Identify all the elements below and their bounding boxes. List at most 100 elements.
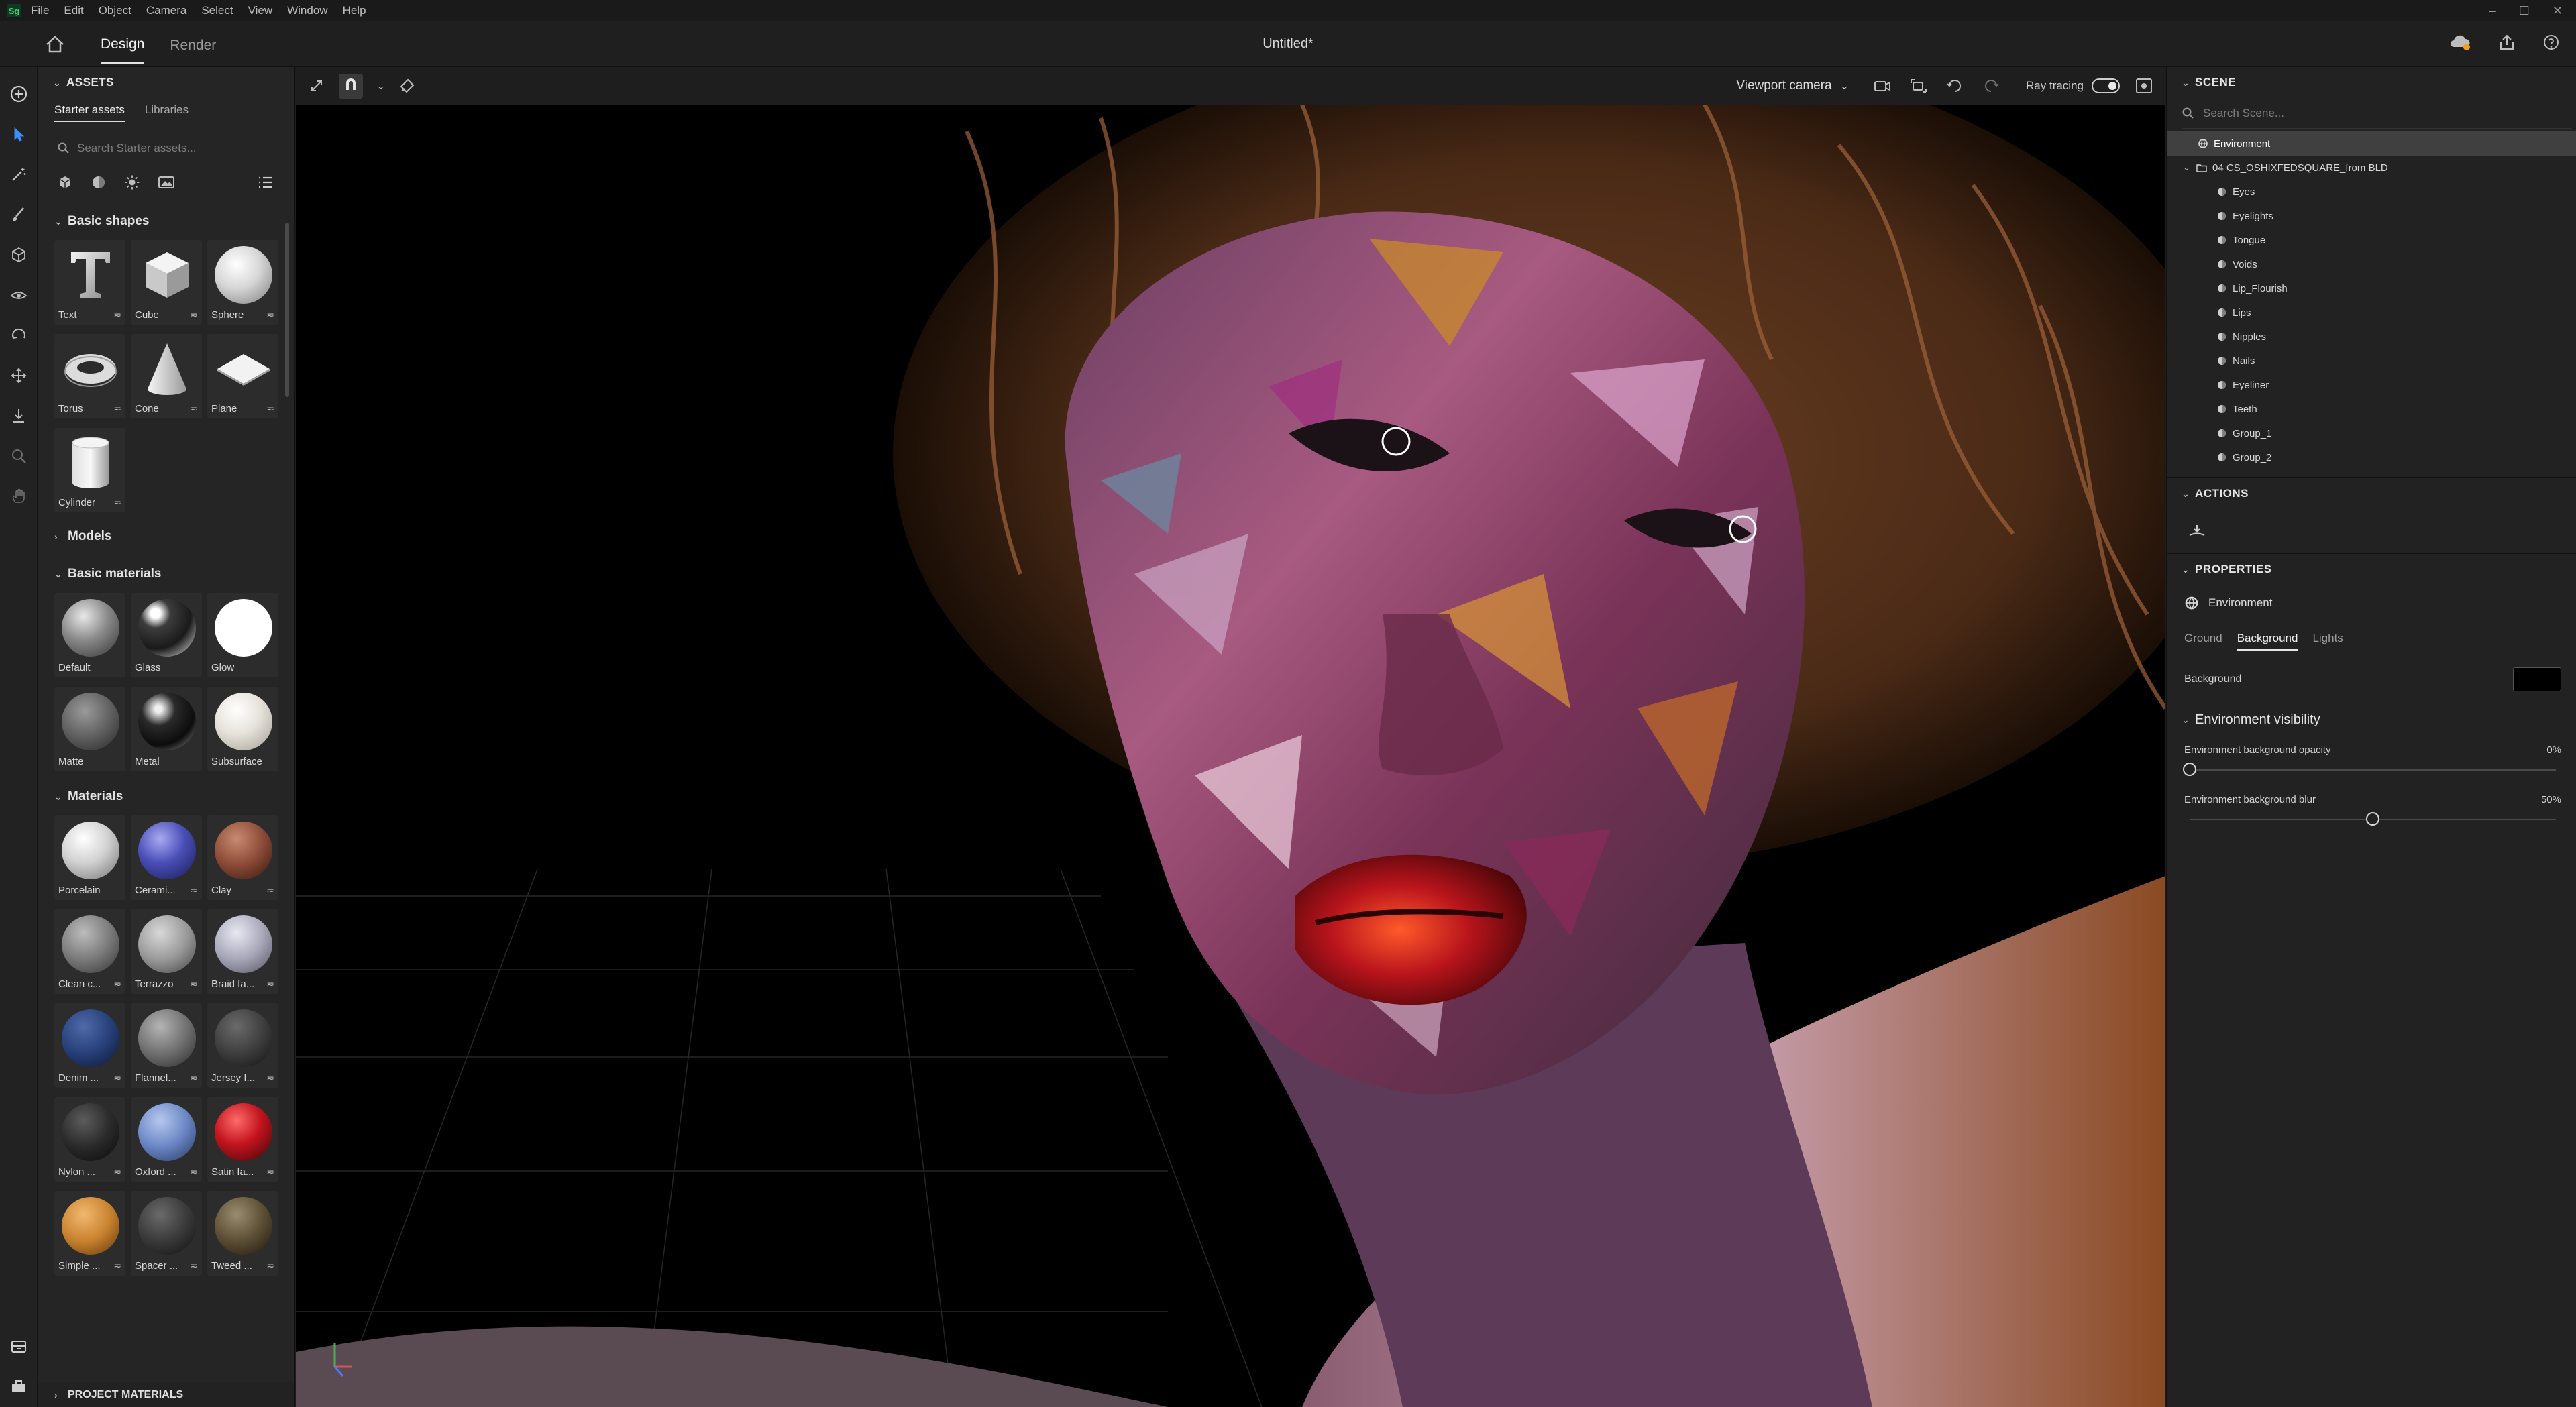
- lights-filter-icon[interactable]: [124, 174, 140, 190]
- maximize-icon[interactable]: ☐: [2519, 4, 2530, 18]
- frame-camera-icon[interactable]: [1909, 78, 1928, 94]
- material-tile-matte[interactable]: Matte: [54, 687, 125, 771]
- materials-header[interactable]: ⌄ Materials: [38, 778, 294, 815]
- viewport-canvas[interactable]: [296, 105, 2165, 1407]
- asset-tile-text[interactable]: Text ≂: [54, 240, 125, 325]
- configure-icon[interactable]: ≂: [190, 885, 198, 896]
- minimize-icon[interactable]: –: [2489, 4, 2496, 18]
- move-tool[interactable]: [5, 362, 32, 389]
- menu-window[interactable]: Window: [287, 4, 327, 17]
- configure-icon[interactable]: ≂: [113, 1260, 121, 1272]
- basic-shapes-header[interactable]: ⌄ Basic shapes: [38, 203, 294, 240]
- select-tool[interactable]: [5, 121, 32, 148]
- material-tile-denim[interactable]: Denim ... ≂: [54, 1003, 125, 1088]
- scene-search[interactable]: Search Scene...: [2182, 98, 2572, 129]
- tab-render[interactable]: Render: [170, 25, 216, 63]
- assets-panel-toggle[interactable]: [5, 1333, 32, 1360]
- material-tile-porcelain[interactable]: Porcelain: [54, 815, 125, 900]
- material-tile-oxford[interactable]: Oxford ... ≂: [131, 1097, 202, 1182]
- cloud-sync-icon[interactable]: [2449, 34, 2471, 51]
- configure-icon[interactable]: ≂: [113, 309, 121, 321]
- actions-header[interactable]: ⌄ ACTIONS: [2167, 478, 2576, 509]
- pan-tool[interactable]: [5, 483, 32, 510]
- configure-icon[interactable]: ≂: [266, 1072, 274, 1084]
- tree-item-environment[interactable]: Environment: [2167, 131, 2576, 156]
- configure-icon[interactable]: ≂: [113, 978, 121, 990]
- tree-item-child[interactable]: Group_2: [2167, 445, 2576, 469]
- material-tile-terrazzo[interactable]: Terrazzo ≂: [131, 909, 202, 994]
- chevron-down-icon[interactable]: ⌄: [2183, 162, 2196, 173]
- configure-icon[interactable]: ≂: [190, 309, 198, 321]
- menu-help[interactable]: Help: [343, 4, 366, 17]
- opacity-slider[interactable]: [2183, 758, 2561, 782]
- tree-item-group[interactable]: ⌄ 04 CS_OSHIXFEDSQUARE_from BLD: [2167, 156, 2576, 180]
- images-filter-icon[interactable]: [158, 175, 175, 190]
- tree-item-child[interactable]: Nipples: [2167, 325, 2576, 349]
- drop-to-ground-icon[interactable]: [2187, 523, 2207, 539]
- cube-tool[interactable]: [5, 241, 32, 268]
- assets-search[interactable]: Search Starter assets...: [53, 134, 284, 162]
- blur-slider[interactable]: [2184, 807, 2561, 832]
- configure-icon[interactable]: ≂: [113, 497, 121, 508]
- undo-camera-icon[interactable]: [1945, 78, 1964, 94]
- menu-edit[interactable]: Edit: [64, 4, 83, 17]
- tree-item-child[interactable]: Teeth: [2167, 397, 2576, 421]
- home-button[interactable]: [35, 24, 75, 64]
- models-filter-icon[interactable]: [57, 174, 73, 190]
- magic-wand-tool[interactable]: [5, 161, 32, 188]
- material-tile-tweed[interactable]: Tweed ... ≂: [207, 1191, 278, 1276]
- redo-camera-icon[interactable]: [1982, 78, 2000, 94]
- add-tool[interactable]: [5, 80, 32, 107]
- camera-select[interactable]: Viewport camera ⌄: [1736, 78, 1849, 93]
- snap-dropdown-icon[interactable]: ⌄: [376, 79, 385, 93]
- env-visibility-header[interactable]: ⌄ Environment visibility: [2167, 703, 2576, 736]
- configure-icon[interactable]: ≂: [266, 1260, 274, 1272]
- material-tile-jersey-fabric[interactable]: Jersey f... ≂: [207, 1003, 278, 1088]
- help-icon[interactable]: [2542, 34, 2560, 51]
- tree-item-child[interactable]: Tongue: [2167, 228, 2576, 252]
- asset-tile-torus[interactable]: Torus ≂: [54, 334, 125, 418]
- menu-view[interactable]: View: [248, 4, 273, 17]
- material-tile-glow[interactable]: Glow: [207, 593, 278, 677]
- material-tile-clean-concrete[interactable]: Clean c... ≂: [54, 909, 125, 994]
- material-tile-flannel[interactable]: Flannel... ≂: [131, 1003, 202, 1088]
- tree-item-child[interactable]: Lip_Flourish: [2167, 276, 2576, 300]
- material-tile-simple-leather[interactable]: Simple ... ≂: [54, 1191, 125, 1276]
- configure-icon[interactable]: ≂: [266, 403, 274, 414]
- materials-filter-icon[interactable]: [91, 174, 107, 190]
- asset-tile-cube[interactable]: Cube ≂: [131, 240, 202, 325]
- configure-icon[interactable]: ≂: [190, 403, 198, 414]
- tab-libraries[interactable]: Libraries: [145, 103, 189, 117]
- ray-tracing-toggle[interactable]: [2092, 78, 2120, 93]
- models-header[interactable]: › Models: [38, 518, 294, 555]
- configure-icon[interactable]: ≂: [190, 1072, 198, 1084]
- asset-tile-plane[interactable]: Plane ≂: [207, 334, 278, 418]
- tree-item-child[interactable]: Eyes: [2167, 180, 2576, 204]
- tree-item-child[interactable]: Eyelights: [2167, 204, 2576, 228]
- menu-object[interactable]: Object: [99, 4, 131, 17]
- material-tile-default[interactable]: Default: [54, 593, 125, 677]
- material-tile-spacer-fabric[interactable]: Spacer ... ≂: [131, 1191, 202, 1276]
- menu-camera[interactable]: Camera: [146, 4, 186, 17]
- blur-value[interactable]: 50%: [2541, 794, 2561, 805]
- tree-item-child[interactable]: Lips: [2167, 300, 2576, 325]
- configure-icon[interactable]: ≂: [266, 1166, 274, 1178]
- configure-icon[interactable]: ≂: [113, 403, 121, 414]
- menu-file[interactable]: File: [31, 4, 49, 17]
- bottom-panel-toggle[interactable]: [5, 1373, 32, 1400]
- orbit-tool[interactable]: [5, 282, 32, 308]
- close-icon[interactable]: ✕: [2553, 4, 2563, 18]
- configure-icon[interactable]: ≂: [190, 1166, 198, 1178]
- configure-icon[interactable]: ≂: [266, 885, 274, 896]
- rotate-tool[interactable]: [5, 322, 32, 349]
- tree-item-child[interactable]: Voids: [2167, 252, 2576, 276]
- drop-tool[interactable]: [5, 402, 32, 429]
- asset-tile-sphere[interactable]: Sphere ≂: [207, 240, 278, 325]
- configure-icon[interactable]: ≂: [266, 978, 274, 990]
- tree-item-child[interactable]: Nails: [2167, 349, 2576, 373]
- material-tile-glass[interactable]: Glass: [131, 593, 202, 677]
- assets-scrollbar[interactable]: [285, 223, 289, 397]
- material-tile-braid-fabric[interactable]: Braid fa... ≂: [207, 909, 278, 994]
- tab-starter-assets[interactable]: Starter assets: [54, 103, 125, 122]
- properties-header[interactable]: ⌄ PROPERTIES: [2167, 554, 2576, 585]
